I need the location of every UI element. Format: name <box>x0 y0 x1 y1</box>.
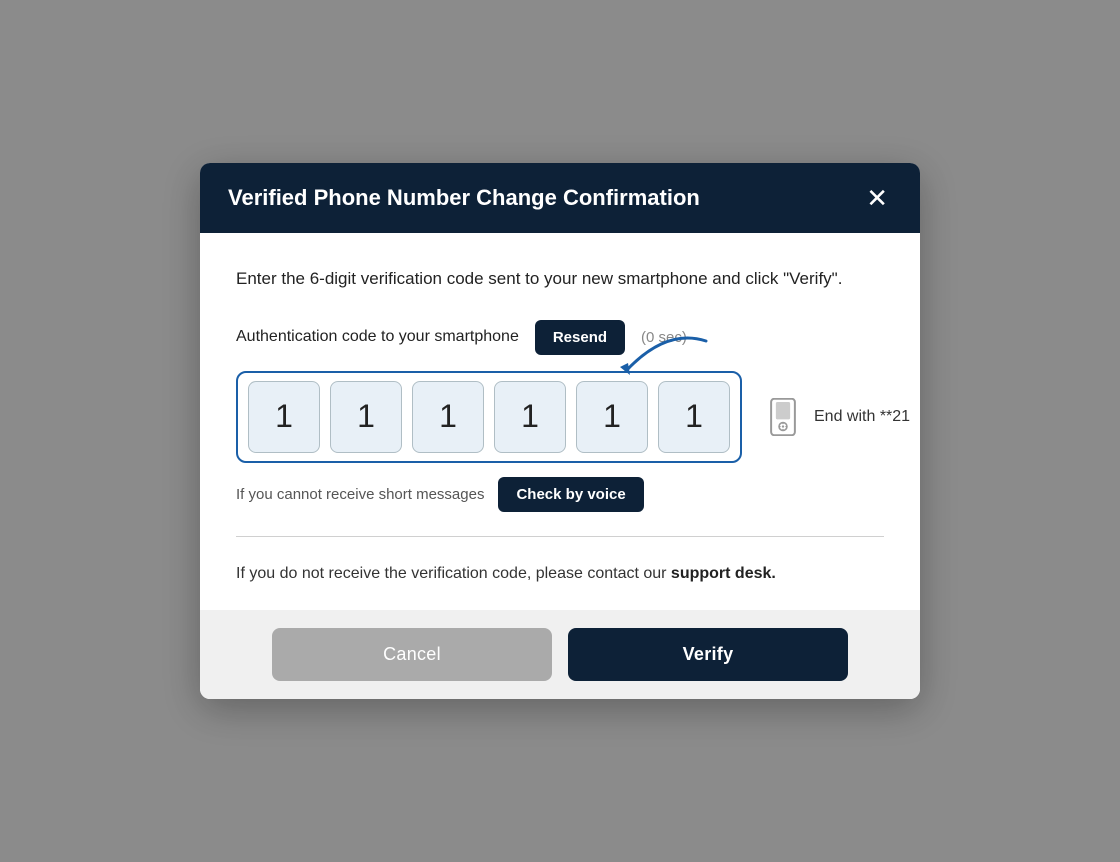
support-text-prefix: If you do not receive the verification c… <box>236 565 671 582</box>
verify-button[interactable]: Verify <box>568 628 848 681</box>
modal-footer: Cancel Verify <box>200 610 920 699</box>
auth-section: Authentication code to your smartphone R… <box>236 320 884 512</box>
phone-icon-row: End with **21 <box>762 396 910 438</box>
device-icon <box>762 396 804 438</box>
resend-timer: (0 sec) <box>641 329 687 346</box>
modal-header: Verified Phone Number Change Confirmatio… <box>200 163 920 233</box>
check-by-voice-button[interactable]: Check by voice <box>498 477 643 512</box>
cancel-button[interactable]: Cancel <box>272 628 552 681</box>
modal-dialog: Verified Phone Number Change Confirmatio… <box>200 163 920 700</box>
code-and-phone-row: End with **21 <box>236 371 884 463</box>
code-digit-3[interactable] <box>412 381 484 453</box>
resend-button[interactable]: Resend <box>535 320 625 355</box>
support-link[interactable]: support desk. <box>671 565 776 582</box>
modal-title: Verified Phone Number Change Confirmatio… <box>228 185 700 211</box>
support-text: If you do not receive the verification c… <box>236 561 884 587</box>
code-digit-4[interactable] <box>494 381 566 453</box>
section-divider <box>236 536 884 537</box>
code-digit-6[interactable] <box>658 381 730 453</box>
phone-info: End with **21 <box>762 396 910 438</box>
cannot-receive-row: If you cannot receive short messages Che… <box>236 477 884 512</box>
modal-overlay: Verified Phone Number Change Confirmatio… <box>0 0 1120 862</box>
cannot-receive-label: If you cannot receive short messages <box>236 486 484 503</box>
intro-text: Enter the 6-digit verification code sent… <box>236 265 884 292</box>
end-with-text: End with **21 <box>814 408 910 426</box>
code-inputs-container <box>236 371 742 463</box>
modal-body: Enter the 6-digit verification code sent… <box>200 233 920 611</box>
close-button[interactable]: ✕ <box>862 185 892 211</box>
auth-label: Authentication code to your smartphone <box>236 328 519 346</box>
auth-row: Authentication code to your smartphone R… <box>236 320 884 355</box>
code-digit-2[interactable] <box>330 381 402 453</box>
code-digit-5[interactable] <box>576 381 648 453</box>
code-digit-1[interactable] <box>248 381 320 453</box>
